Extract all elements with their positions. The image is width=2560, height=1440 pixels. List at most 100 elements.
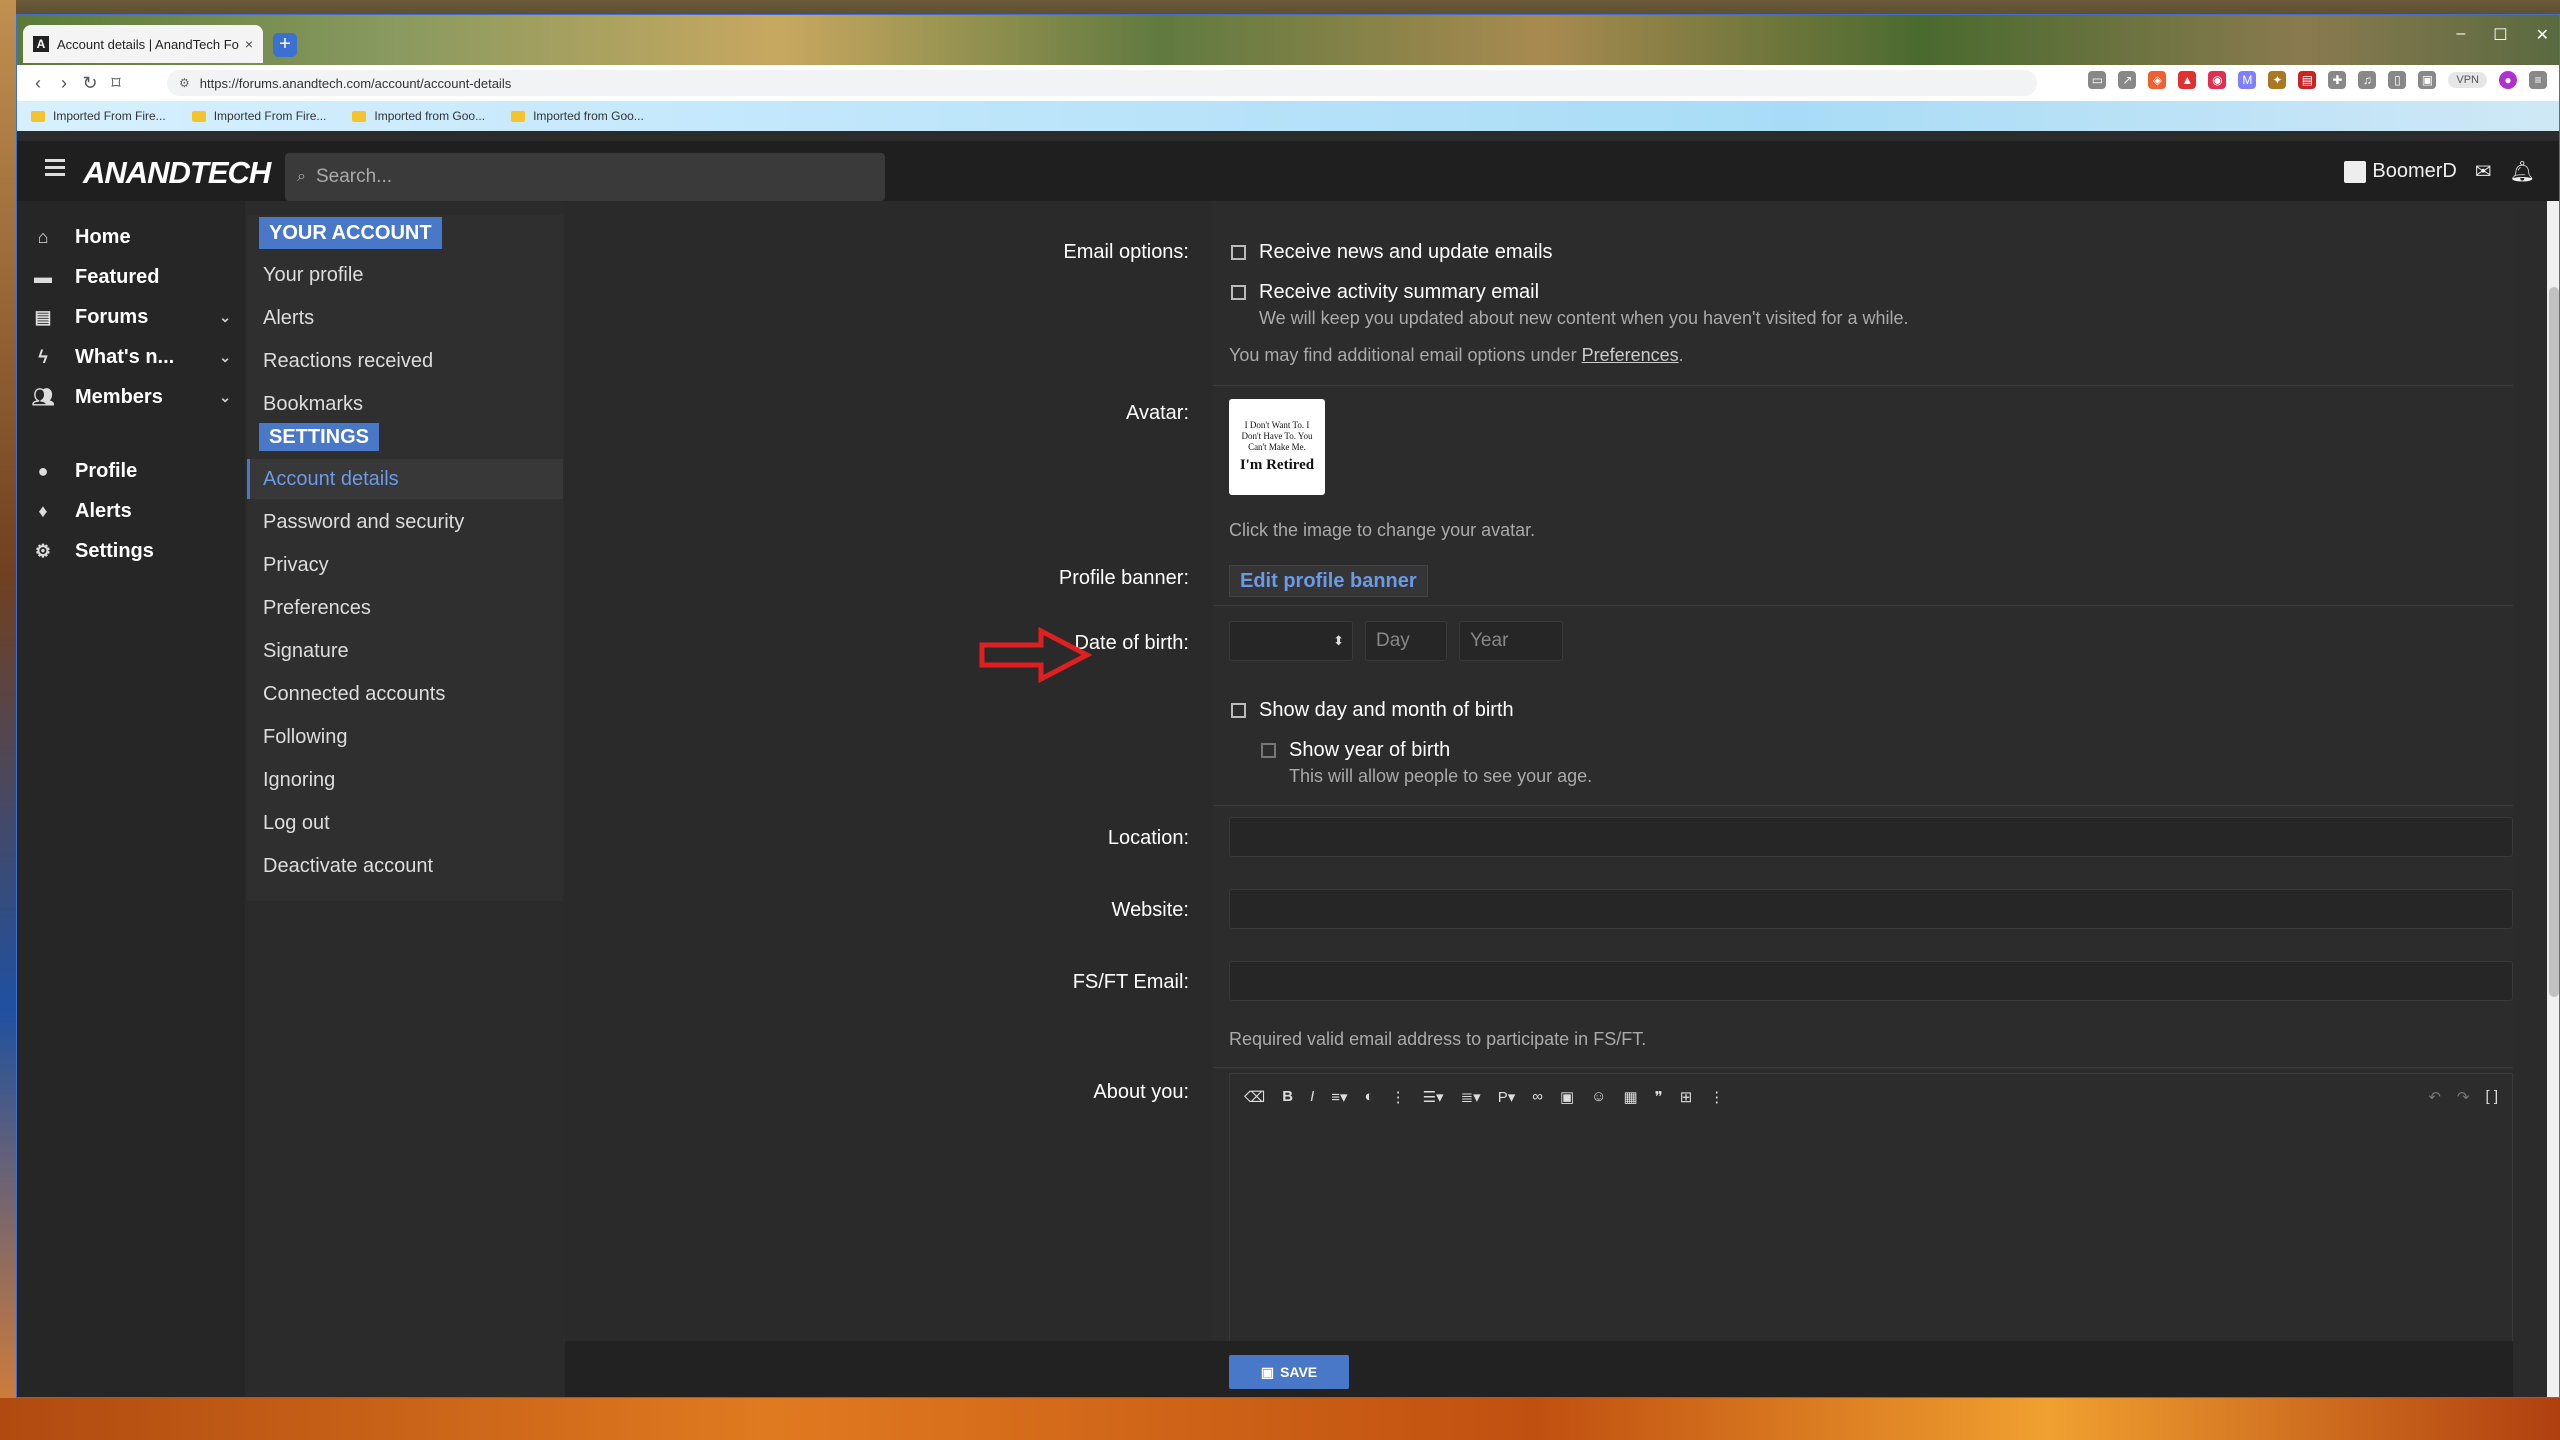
redo-icon[interactable]: ↷ xyxy=(2457,1088,2470,1106)
window-close-icon[interactable]: ✕ xyxy=(2536,25,2549,45)
hamburger-menu-icon[interactable] xyxy=(45,159,65,162)
location-input[interactable] xyxy=(1229,817,2513,857)
account-menu-item[interactable]: Deactivate account xyxy=(247,846,563,886)
chevron-down-icon[interactable]: ⌄ xyxy=(219,309,231,326)
show-year-option[interactable]: Show year of birth xyxy=(1289,739,1450,762)
dob-day-input[interactable]: Day xyxy=(1365,621,1447,661)
sidebar-icon[interactable]: ▯ xyxy=(2388,71,2407,89)
mail-extension-icon[interactable]: M xyxy=(2238,71,2257,89)
account-menu-item[interactable]: Reactions received xyxy=(247,341,563,381)
forward-arrow-icon[interactable]: › xyxy=(51,73,77,94)
music-icon[interactable]: ♫ xyxy=(2358,71,2377,89)
account-menu-item[interactable]: Bookmarks xyxy=(247,384,563,424)
website-input[interactable] xyxy=(1229,889,2513,929)
preferences-link[interactable]: Preferences xyxy=(1582,345,1679,365)
show-year-checkbox[interactable] xyxy=(1261,743,1276,758)
account-menu-item-active[interactable]: Account details xyxy=(247,459,563,499)
nav-item-featured[interactable]: ▬ Featured xyxy=(31,257,231,297)
account-menu-item[interactable]: Ignoring xyxy=(247,760,563,800)
news-emails-option[interactable]: Receive news and update emails xyxy=(1259,241,1553,264)
bookmark-folder[interactable]: Imported from Goo... xyxy=(511,109,644,123)
nav-item-alerts[interactable]: ♦ Alerts xyxy=(31,491,231,531)
activity-email-option[interactable]: Receive activity summary email xyxy=(1259,281,1539,304)
account-menu-item[interactable]: Following xyxy=(247,717,563,757)
close-icon[interactable]: × xyxy=(245,36,253,52)
wallet-icon[interactable]: ▣ xyxy=(2418,71,2437,89)
bookmark-folder[interactable]: Imported From Fire... xyxy=(31,109,166,123)
nav-item-members[interactable]: 👥︎ Members ⌄ xyxy=(31,377,231,417)
new-tab-button[interactable]: + xyxy=(273,33,297,57)
nav-item-forums[interactable]: ▤ Forums ⌄ xyxy=(31,297,231,337)
adblock-icon[interactable]: ◉ xyxy=(2208,71,2227,89)
news-emails-checkbox[interactable] xyxy=(1231,245,1246,260)
paragraph-icon[interactable]: P▾ xyxy=(1498,1088,1516,1106)
minimize-icon[interactable]: – xyxy=(2456,25,2465,45)
more-icon[interactable]: ⋮ xyxy=(1391,1088,1406,1106)
menu-icon[interactable]: ≡ xyxy=(2529,71,2547,89)
user-menu[interactable]: BoomerD xyxy=(2344,160,2457,183)
account-menu-item[interactable]: Alerts xyxy=(247,298,563,338)
table-icon[interactable]: ⊞ xyxy=(1680,1088,1693,1106)
media-icon[interactable]: ▦ xyxy=(1623,1088,1637,1106)
address-bar[interactable]: ⚙ https://forums.anandtech.com/account/a… xyxy=(167,70,2037,96)
bookmark-folder[interactable]: Imported From Fire... xyxy=(191,109,326,123)
share-icon[interactable]: ↗ xyxy=(2118,71,2137,89)
undo-icon[interactable]: ↶ xyxy=(2428,1088,2441,1106)
cast-icon[interactable]: ▭ xyxy=(2088,71,2107,89)
account-menu-item[interactable]: Privacy xyxy=(247,545,563,585)
show-day-month-option[interactable]: Show day and month of birth xyxy=(1259,699,1514,722)
browser-tab[interactable]: A Account details | AnandTech Fo × xyxy=(23,25,263,63)
brave-shield-icon[interactable]: ◈ xyxy=(2148,71,2167,89)
bell-icon[interactable]: 🔔︎ xyxy=(2510,159,2535,184)
maximize-icon[interactable]: ☐ xyxy=(2493,25,2507,45)
nav-item-home[interactable]: ⌂ Home xyxy=(31,217,231,257)
edit-profile-banner-button[interactable]: Edit profile banner xyxy=(1229,565,1428,597)
extension-icon[interactable]: ✦ xyxy=(2268,71,2287,89)
account-menu-item[interactable]: Preferences xyxy=(247,588,563,628)
bold-icon[interactable]: B xyxy=(1282,1088,1293,1106)
bbcode-toggle-icon[interactable]: [ ] xyxy=(2485,1088,2498,1106)
bookmark-icon[interactable]: ⌑ xyxy=(103,73,129,94)
about-you-editor[interactable]: ⌫ B I ≡▾ ◐ ⋮ ☰▾ ≣▾ P▾ ∞ ▣ ☺ ▦ ❞ ⊞ ⋮ ↶ ↷ … xyxy=(1229,1073,2513,1353)
scrollbar-thumb[interactable] xyxy=(2549,287,2559,997)
inbox-icon[interactable]: ✉ xyxy=(2475,159,2492,184)
show-day-month-checkbox[interactable] xyxy=(1231,703,1246,718)
more-icon[interactable]: ⋮ xyxy=(1709,1088,1724,1106)
chevron-down-icon[interactable]: ⌄ xyxy=(219,389,231,406)
nav-item-profile[interactable]: ● Profile xyxy=(31,451,231,491)
text-format-icon[interactable]: ≡▾ xyxy=(1331,1088,1347,1106)
activity-email-checkbox[interactable] xyxy=(1231,285,1246,300)
link-icon[interactable]: ∞ xyxy=(1532,1088,1543,1106)
account-menu-item[interactable]: Your profile xyxy=(247,255,563,295)
puzzle-icon[interactable]: ✚ xyxy=(2328,71,2347,89)
site-info-icon[interactable]: ⚙ xyxy=(179,76,190,90)
site-logo[interactable]: ANANDTECH xyxy=(83,155,271,191)
nav-item-whats-new[interactable]: ϟ What's n... ⌄ xyxy=(31,337,231,377)
bookmark-folder[interactable]: Imported from Goo... xyxy=(352,109,485,123)
save-button[interactable]: ▣ SAVE xyxy=(1229,1355,1349,1389)
account-menu-item[interactable]: Signature xyxy=(247,631,563,671)
palette-icon[interactable]: ◐ xyxy=(1365,1088,1374,1106)
list-icon[interactable]: ☰▾ xyxy=(1423,1088,1444,1106)
search-input[interactable]: ⌕ Search... xyxy=(285,153,885,201)
dob-year-input[interactable]: Year xyxy=(1459,621,1563,661)
account-menu-item[interactable]: Connected accounts xyxy=(247,674,563,714)
dob-month-select[interactable]: ⬍ xyxy=(1229,621,1353,661)
image-icon[interactable]: ▣ xyxy=(1560,1088,1574,1106)
align-icon[interactable]: ≣▾ xyxy=(1461,1088,1481,1106)
italic-icon[interactable]: I xyxy=(1310,1088,1314,1106)
back-arrow-icon[interactable]: ‹ xyxy=(25,73,51,94)
eraser-icon[interactable]: ⌫ xyxy=(1244,1088,1265,1106)
brave-rewards-icon[interactable]: ▲ xyxy=(2178,71,2197,89)
chevron-down-icon[interactable]: ⌄ xyxy=(219,349,231,366)
page-scrollbar[interactable] xyxy=(2547,201,2559,1397)
profile-icon[interactable]: ● xyxy=(2499,71,2517,89)
fsft-email-input[interactable] xyxy=(1229,961,2513,1001)
pdf-icon[interactable]: ▤ xyxy=(2298,71,2317,89)
emoji-icon[interactable]: ☺ xyxy=(1591,1088,1606,1106)
avatar-image[interactable]: I Don't Want To. I Don't Have To. You Ca… xyxy=(1229,399,1325,495)
nav-item-settings[interactable]: ⚙ Settings xyxy=(31,531,231,571)
quote-icon[interactable]: ❞ xyxy=(1655,1088,1663,1106)
reload-icon[interactable]: ↻ xyxy=(77,73,103,94)
account-menu-item[interactable]: Password and security xyxy=(247,502,563,542)
